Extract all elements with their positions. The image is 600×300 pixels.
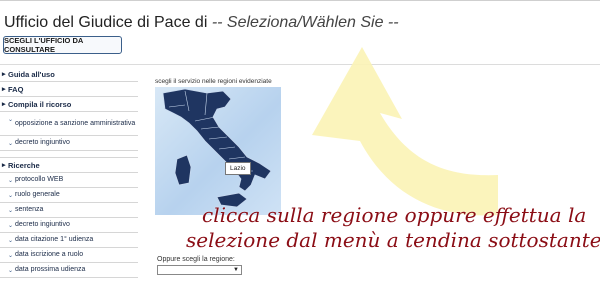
- top-border: [0, 0, 600, 7]
- sidebar-subitem-label: ruolo generale: [15, 191, 60, 198]
- italy-map-svg: [162, 88, 272, 208]
- chevron-down-icon: ⌄: [8, 117, 14, 123]
- map-sardinia: [174, 154, 192, 186]
- sidebar-item-label: Ricerche: [8, 160, 40, 170]
- triangle-right-icon: ▸: [2, 86, 6, 93]
- triangle-right-icon: ▸: [2, 101, 6, 108]
- sidebar-subitem-label: protocollo WEB: [15, 176, 64, 183]
- sidebar-subitem-decreto-ricerca[interactable]: ⌄ decreto ingiuntivo: [0, 218, 138, 233]
- sidebar-subitem-label: decreto ingiuntivo: [15, 221, 70, 228]
- chevron-down-icon: ⌄: [8, 178, 14, 184]
- region-tooltip: Lazio: [225, 162, 251, 175]
- chevron-down-icon: ⌄: [8, 141, 14, 147]
- sidebar-subitem-label: opposizione a sanzione amministrativa: [15, 119, 136, 127]
- sidebar-subitem-opposizione[interactable]: ⌄ opposizione a sanzione amministrativa: [0, 112, 138, 136]
- sidebar-subitem-data-prossima[interactable]: ⌄ data prossima udienza: [0, 263, 138, 278]
- sidebar-spacer: [0, 151, 138, 158]
- sidebar-subitem-label: sentenza: [15, 206, 44, 213]
- sidebar-subitem-ruolo[interactable]: ⌄ ruolo generale: [0, 188, 138, 203]
- sidebar-subitem-label: data citazione 1° udienza: [15, 236, 94, 243]
- chevron-down-icon: ⌄: [8, 223, 14, 229]
- sidebar-item-label: Compila il ricorso: [8, 99, 72, 109]
- chevron-down-icon: ⌄: [8, 238, 14, 244]
- sidebar-item-ricerche[interactable]: ▸ Ricerche: [0, 158, 138, 173]
- sidebar-subitem-label: data prossima udienza: [15, 266, 86, 273]
- sidebar-item-faq[interactable]: ▸ FAQ: [0, 82, 138, 97]
- sidebar: ▸ Guida all'uso ▸ FAQ ▸ Compila il ricor…: [0, 67, 138, 278]
- triangle-right-icon: ▸: [2, 71, 6, 78]
- page-title-text: Ufficio del Giudice di Pace di: [4, 14, 208, 31]
- chevron-down-icon: ⌄: [8, 253, 14, 259]
- chevron-down-icon: ⌄: [8, 268, 14, 274]
- sidebar-item-compila[interactable]: ▸ Compila il ricorso: [0, 97, 138, 112]
- dropdown-caret-icon: ▼: [233, 267, 239, 273]
- chevron-down-icon: ⌄: [8, 208, 14, 214]
- region-select[interactable]: ▼: [157, 265, 242, 275]
- sidebar-subitem-data-citazione[interactable]: ⌄ data citazione 1° udienza: [0, 233, 138, 248]
- map-caption: scegli il servizio nelle regioni evidenz…: [155, 78, 272, 85]
- arrow-icon: [312, 47, 498, 216]
- choose-office-button[interactable]: SCEGLI L'UFFICIO DA CONSULTARE: [3, 36, 122, 54]
- sidebar-item-guida[interactable]: ▸ Guida all'uso: [0, 67, 138, 82]
- sidebar-subitem-decreto[interactable]: ⌄ decreto ingiuntivo: [0, 136, 138, 151]
- hint-line-1: clicca sulla regione oppure effettua la: [202, 203, 587, 227]
- sidebar-subitem-label: data iscrizione a ruolo: [15, 251, 84, 258]
- sidebar-subitem-protocollo[interactable]: ⌄ protocollo WEB: [0, 173, 138, 188]
- triangle-right-icon: ▸: [2, 162, 6, 169]
- sidebar-subitem-data-iscrizione[interactable]: ⌄ data iscrizione a ruolo: [0, 248, 138, 263]
- hint-line-2: selezione dal menù a tendina sottostante: [186, 228, 600, 252]
- chevron-down-icon: ⌄: [8, 193, 14, 199]
- region-select-label: Oppure scegli la regione:: [157, 256, 235, 263]
- sidebar-item-label: FAQ: [8, 84, 24, 94]
- sidebar-subitem-label: decreto ingiuntivo: [15, 139, 70, 146]
- italy-map[interactable]: [155, 87, 281, 215]
- sidebar-subitem-sentenza[interactable]: ⌄ sentenza: [0, 203, 138, 218]
- sidebar-item-label: Guida all'uso: [8, 69, 55, 79]
